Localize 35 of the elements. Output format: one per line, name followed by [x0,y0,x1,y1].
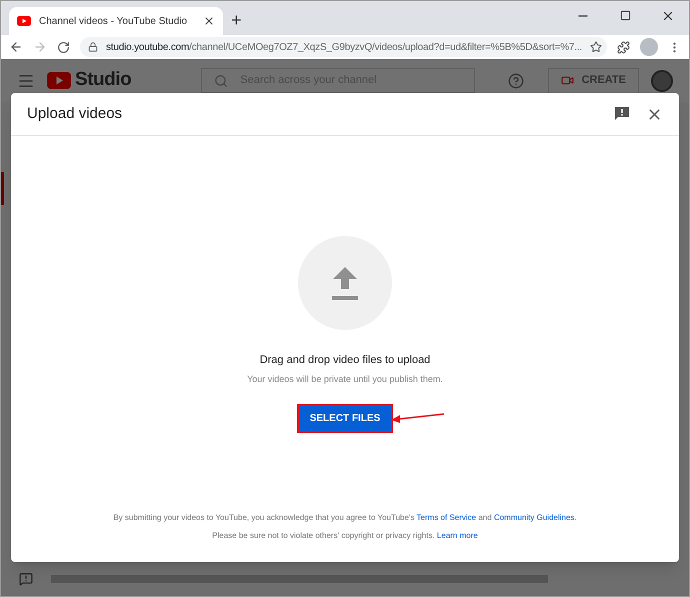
feedback-icon[interactable] [19,572,33,586]
new-tab-button[interactable]: + [231,11,242,29]
close-tab-icon[interactable] [203,15,216,27]
url-text: studio.youtube.com/channel/UCeMOeg7OZ7_XqzS_G9byzvQ/videos/upload?d=ud&filter=%5B%5D&sort=%7... [106,40,582,54]
help-icon[interactable] [508,72,524,88]
logo-icon [47,72,71,89]
close-window-icon[interactable] [661,9,675,23]
guidelines-link[interactable]: Community Guidelines [494,513,574,522]
select-files-button[interactable]: SELECT FILES [298,406,392,431]
maximize-icon[interactable] [620,10,631,21]
terms-link[interactable]: Terms of Service [416,513,476,522]
bookmark-star-icon[interactable] [590,41,602,53]
lock-icon [88,42,98,52]
upload-icon [331,265,359,301]
active-nav-marker [1,172,4,205]
dialog-title: Upload videos [27,104,122,124]
back-icon[interactable] [9,40,23,54]
privacy-note: Your videos will be private until you publish them. [247,372,443,386]
copyright-notice: Please be sure not to violate others' copyright or privacy rights. Learn more [212,530,478,542]
extensions-icon[interactable] [617,40,630,54]
reload-icon[interactable] [57,40,70,54]
video-camera-icon [560,74,574,87]
scrollbar[interactable] [51,575,548,583]
legal-notice: By submitting your videos to YouTube, you acknowledge that you agree to YouTube's Terms of Service and Community Guidelines. [113,512,577,524]
browser-tab[interactable]: Channel videos - YouTube Studio [9,7,224,35]
arrow-annotation [390,413,445,423]
learn-more-link[interactable]: Learn more [436,531,478,540]
brand-name: Studio [75,68,132,92]
tab-title: Channel videos - YouTube Studio [39,14,188,28]
account-avatar[interactable] [651,70,673,92]
search-icon [214,74,228,88]
feedback-icon[interactable] [614,106,630,122]
video-logo-icon [17,16,31,26]
address-bar[interactable]: studio.youtube.com/channel/UCeMOeg7OZ7_XqzS_G9byzvQ/videos/upload?d=ud&filter=%5B%5D&sort=%7... [80,37,607,57]
drop-instructions: Drag and drop video files to upload [260,353,430,368]
